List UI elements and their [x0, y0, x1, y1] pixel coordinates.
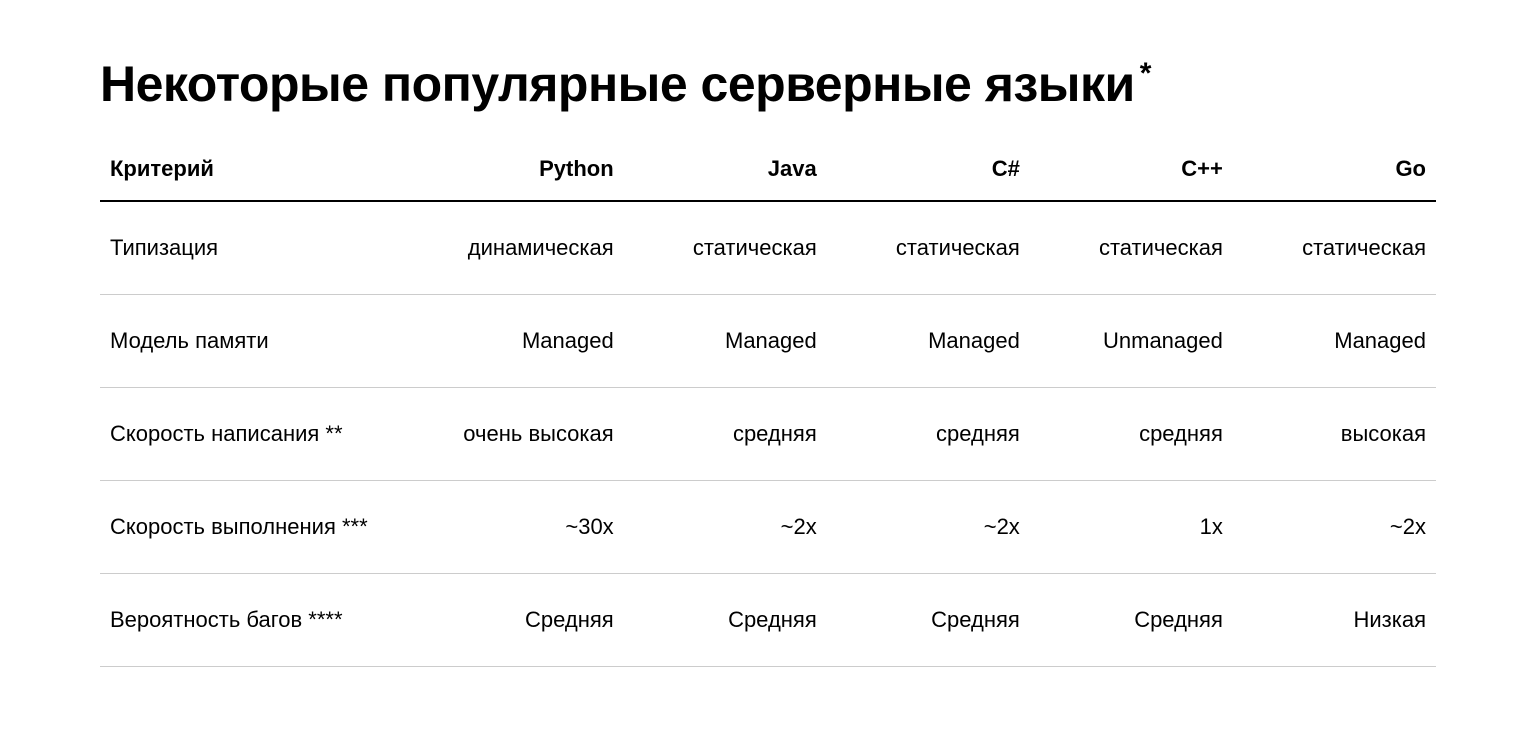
- cell-value: Средняя: [1030, 574, 1233, 667]
- cell-criterion: Типизация: [100, 201, 421, 295]
- table-row: Типизация динамическая статическая стати…: [100, 201, 1436, 295]
- cell-value: Средняя: [421, 574, 624, 667]
- cell-value: Managed: [827, 295, 1030, 388]
- cell-value: ~2x: [1233, 481, 1436, 574]
- cell-value: Средняя: [624, 574, 827, 667]
- cell-value: динамическая: [421, 201, 624, 295]
- cell-criterion: Вероятность багов ****: [100, 574, 421, 667]
- table-row: Скорость написания ** очень высокая сред…: [100, 388, 1436, 481]
- cell-value: средняя: [827, 388, 1030, 481]
- header-go: Go: [1233, 138, 1436, 201]
- table-header-row: Критерий Python Java C# C++ Go: [100, 138, 1436, 201]
- cell-value: Низкая: [1233, 574, 1436, 667]
- cell-value: Managed: [624, 295, 827, 388]
- cell-value: 1x: [1030, 481, 1233, 574]
- header-csharp: C#: [827, 138, 1030, 201]
- comparison-table: Критерий Python Java C# C++ Go Типизация…: [100, 138, 1436, 667]
- cell-value: Managed: [1233, 295, 1436, 388]
- cell-value: статическая: [624, 201, 827, 295]
- cell-value: Средняя: [827, 574, 1030, 667]
- header-criterion: Критерий: [100, 138, 421, 201]
- cell-value: высокая: [1233, 388, 1436, 481]
- title-text: Некоторые популярные серверные языки: [100, 56, 1135, 112]
- cell-value: Unmanaged: [1030, 295, 1233, 388]
- cell-value: статическая: [1233, 201, 1436, 295]
- cell-value: ~30x: [421, 481, 624, 574]
- cell-criterion: Скорость выполнения ***: [100, 481, 421, 574]
- cell-value: ~2x: [827, 481, 1030, 574]
- cell-value: статическая: [827, 201, 1030, 295]
- header-cpp: C++: [1030, 138, 1233, 201]
- cell-value: средняя: [1030, 388, 1233, 481]
- header-java: Java: [624, 138, 827, 201]
- cell-value: ~2x: [624, 481, 827, 574]
- table-row: Скорость выполнения *** ~30x ~2x ~2x 1x …: [100, 481, 1436, 574]
- cell-criterion: Скорость написания **: [100, 388, 421, 481]
- header-python: Python: [421, 138, 624, 201]
- page-title: Некоторые популярные серверные языки*: [100, 55, 1436, 113]
- table-row: Вероятность багов **** Средняя Средняя С…: [100, 574, 1436, 667]
- cell-value: статическая: [1030, 201, 1233, 295]
- cell-criterion: Модель памяти: [100, 295, 421, 388]
- table-row: Модель памяти Managed Managed Managed Un…: [100, 295, 1436, 388]
- cell-value: очень высокая: [421, 388, 624, 481]
- cell-value: средняя: [624, 388, 827, 481]
- cell-value: Managed: [421, 295, 624, 388]
- title-asterisk: *: [1140, 57, 1151, 90]
